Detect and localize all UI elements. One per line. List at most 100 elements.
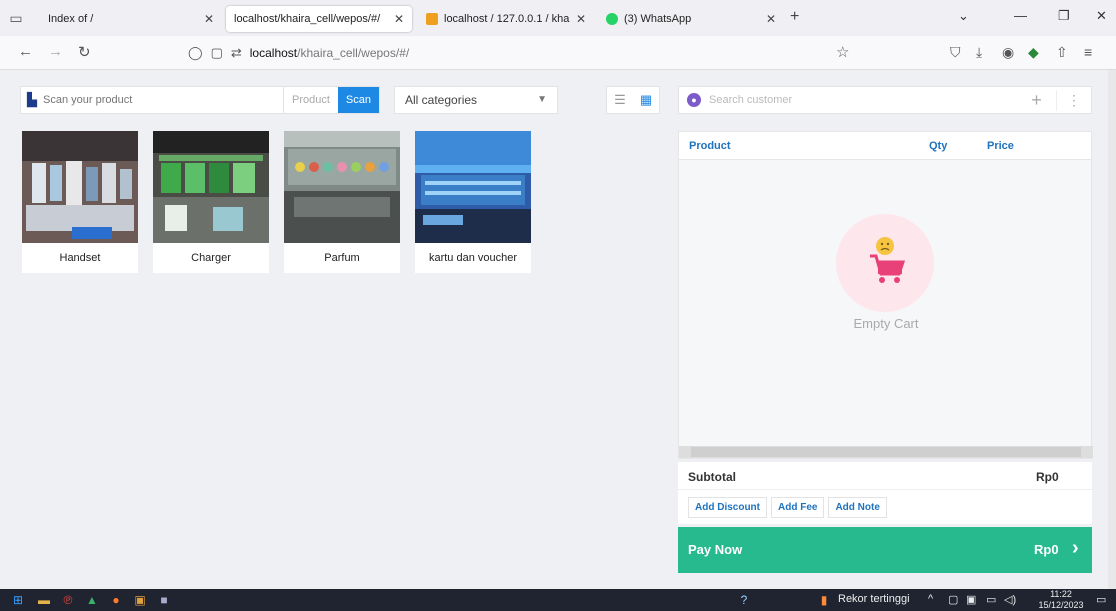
restore-button[interactable]: ❐ <box>1058 8 1070 24</box>
scan-button[interactable]: Scan <box>337 87 379 113</box>
mode-product-button[interactable]: Product <box>283 87 338 113</box>
empty-cart-text: Empty Cart <box>853 316 919 331</box>
browser-tabbar: ▭ Index of / ✕ localhost/khaira_cell/wep… <box>0 0 1116 36</box>
help-icon[interactable]: ? <box>736 592 752 608</box>
clock-time: 11:22 <box>1050 589 1072 599</box>
windows-start-icon[interactable]: ⊞ <box>10 592 26 608</box>
address-bar[interactable]: ◯ ▢ ⇄ localhost /khaira_cell/wepos/#/ <box>188 41 858 65</box>
tab-list-icon[interactable]: ▭ <box>6 8 26 28</box>
downloads-icon[interactable]: ⤓ <box>976 44 982 61</box>
category-selected: All categories <box>405 93 478 107</box>
header-product: Product <box>689 140 731 152</box>
more-options-icon[interactable]: ⋮ <box>1057 92 1091 109</box>
add-discount-button[interactable]: Add Discount <box>688 496 767 518</box>
close-icon[interactable]: ✕ <box>576 12 586 26</box>
horizontal-scrollbar[interactable] <box>679 446 1093 458</box>
app-icon[interactable]: ■ <box>156 592 172 608</box>
pocket-icon[interactable]: ⛉ <box>950 44 961 61</box>
grid-view-icon[interactable]: ▦ <box>633 87 659 113</box>
product-search: ▙ Product Scan <box>20 86 380 114</box>
menu-icon[interactable]: ≡ <box>1084 44 1092 60</box>
tray-app-icon[interactable]: ▢ <box>948 593 958 606</box>
subtotal-row: Subtotal Rp0 <box>678 462 1092 490</box>
clock-date: 15/12/2023 <box>1038 600 1084 610</box>
reload-icon[interactable]: ↻ <box>78 43 91 61</box>
system-clock[interactable]: 11:22 15/12/2023 <box>1036 589 1086 611</box>
minimize-button[interactable]: — <box>1014 8 1027 23</box>
product-card-parfum[interactable]: Parfum <box>284 131 400 273</box>
window-close-button[interactable]: ✕ <box>1096 8 1107 24</box>
bookmark-star-icon[interactable]: ☆ <box>836 43 849 61</box>
category-select[interactable]: All categories ▼ <box>394 86 558 114</box>
header-qty: Qty <box>929 140 948 152</box>
product-image <box>22 131 138 243</box>
battery-icon[interactable]: ▭ <box>986 593 996 606</box>
extension-icon[interactable]: ◆ <box>1028 44 1039 61</box>
chevron-right-icon: › <box>1072 537 1079 559</box>
caret-down-icon: ▼ <box>537 94 547 105</box>
chevron-up-icon[interactable]: ^ <box>928 593 933 605</box>
view-toggle: ☰ ▦ <box>606 86 660 114</box>
chevron-down-icon[interactable]: ⌄ <box>958 8 969 24</box>
taskbar: ⊞ ▬ ℗ ▲ ● ▣ ■ ? ▮ Rekor tertinggi ^ ▢ ▣ … <box>0 589 1116 611</box>
customer-search-input[interactable]: Search customer <box>709 94 1017 106</box>
product-name: Parfum <box>324 252 360 264</box>
account-icon[interactable]: ◉ <box>1002 44 1014 61</box>
phpmyadmin-icon <box>426 13 438 25</box>
shield-icon[interactable]: ◯ <box>188 45 203 61</box>
close-icon[interactable]: ✕ <box>394 12 404 26</box>
close-icon[interactable]: ✕ <box>204 12 214 26</box>
url-host: localhost <box>249 46 298 60</box>
tab-label: localhost/khaira_cell/wepos/#/ <box>234 13 381 25</box>
tab-whatsapp[interactable]: (3) WhatsApp ✕ <box>598 6 784 32</box>
xampp-icon[interactable]: ▣ <box>132 592 148 608</box>
volume-icon[interactable]: ◁) <box>1004 593 1016 606</box>
close-icon[interactable]: ✕ <box>766 12 776 26</box>
thermometer-icon: ▮ <box>820 593 828 607</box>
product-name: kartu dan voucher <box>428 252 518 264</box>
file-explorer-icon[interactable]: ▬ <box>36 592 52 608</box>
share-icon[interactable]: ⇧ <box>1056 44 1068 61</box>
add-customer-icon[interactable]: + <box>1017 89 1057 111</box>
new-tab-button[interactable]: + <box>790 8 799 26</box>
product-name: Charger <box>191 252 231 264</box>
subtotal-value: Rp0 <box>1036 470 1059 484</box>
tray-app-2-icon[interactable]: ▣ <box>966 593 976 606</box>
whatsapp-icon <box>606 13 618 25</box>
pos-app: ▙ Product Scan All categories ▼ ☰ ▦ <box>0 70 1116 589</box>
list-view-icon[interactable]: ☰ <box>607 87 633 113</box>
tab-index[interactable]: Index of / ✕ <box>40 6 222 32</box>
add-fee-button[interactable]: Add Fee <box>771 496 825 518</box>
notification-icon[interactable]: ▭ <box>1096 593 1106 606</box>
tab-phpmyadmin[interactable]: localhost / 127.0.0.1 / khaira_ce ✕ <box>418 6 594 32</box>
cart-header: Product Qty Price <box>679 132 1091 160</box>
customer-search: ● Search customer + ⋮ <box>678 86 1092 114</box>
product-image <box>284 131 400 243</box>
drive-icon[interactable]: ▲ <box>84 592 100 608</box>
tab-wepos[interactable]: localhost/khaira_cell/wepos/#/ ✕ <box>226 6 412 32</box>
forward-icon[interactable]: → <box>48 43 63 60</box>
tab-label: localhost / 127.0.0.1 / khaira_ce <box>444 13 570 25</box>
product-image <box>415 131 531 243</box>
permissions-icon[interactable]: ⇄ <box>231 45 242 61</box>
vertical-scrollbar[interactable] <box>1108 70 1116 589</box>
cart-table: Product Qty Price Empty Cart <box>678 131 1093 459</box>
pinterest-icon[interactable]: ℗ <box>60 592 76 608</box>
tab-label: Index of / <box>48 13 94 25</box>
product-image <box>153 131 269 243</box>
header-price: Price <box>987 140 1014 152</box>
product-card-charger[interactable]: Charger <box>153 131 269 273</box>
user-icon: ● <box>687 93 701 107</box>
pay-now-button[interactable]: Pay Now Rp0 › <box>678 527 1092 573</box>
empty-cart-icon <box>836 214 934 312</box>
product-search-input[interactable] <box>43 87 283 113</box>
product-card-handset[interactable]: Handset <box>22 131 138 273</box>
url-path: /khaira_cell/wepos/#/ <box>297 46 410 60</box>
add-note-button[interactable]: Add Note <box>828 496 887 518</box>
back-icon[interactable]: ← <box>18 43 33 60</box>
firefox-icon[interactable]: ● <box>108 592 124 608</box>
product-card-kartu-voucher[interactable]: kartu dan voucher <box>415 131 531 273</box>
browser-navbar: ← → ↻ ◯ ▢ ⇄ localhost /khaira_cell/wepos… <box>0 36 1116 70</box>
scrollbar-thumb[interactable] <box>691 447 1081 457</box>
weather-text[interactable]: Rekor tertinggi <box>838 593 910 605</box>
